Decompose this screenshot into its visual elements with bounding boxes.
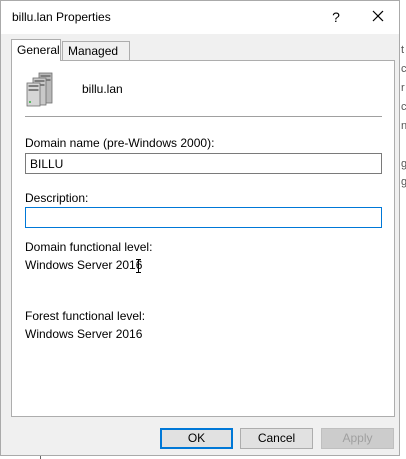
general-tab-panel: [11, 60, 395, 417]
background-text-fragment: g: [401, 176, 406, 188]
background-text-fragment: c: [401, 101, 406, 113]
properties-dialog: billu.lan Properties ? General Managed B…: [0, 0, 400, 456]
description-field[interactable]: [25, 207, 382, 228]
background-text-fragment: g: [401, 158, 406, 170]
domain-functional-level-value: Windows Server 2016: [25, 258, 143, 272]
cancel-button[interactable]: Cancel: [240, 428, 313, 449]
ok-button[interactable]: OK: [160, 428, 233, 449]
netbios-name-field[interactable]: [25, 153, 382, 174]
description-label: Description:: [25, 191, 89, 205]
separator: [25, 116, 382, 117]
domain-name-header: billu.lan: [82, 82, 123, 96]
forest-functional-level-label: Forest functional level:: [25, 309, 146, 323]
title-bar[interactable]: billu.lan Properties ?: [1, 1, 399, 34]
tab-general[interactable]: General: [11, 39, 61, 61]
background-text-fragment: c: [401, 63, 406, 75]
background-text-fragment: r: [401, 82, 405, 94]
domain-functional-level-label: Domain functional level:: [25, 240, 153, 254]
tab-managed-by[interactable]: Managed By: [62, 41, 130, 76]
close-icon: [372, 10, 384, 22]
help-button[interactable]: ?: [323, 4, 349, 30]
window-title: billu.lan Properties: [12, 10, 111, 24]
domain-server-icon: [26, 72, 53, 107]
background-text-fragment: t: [401, 44, 405, 56]
forest-functional-level-value: Windows Server 2016: [25, 327, 143, 341]
background-text-fragment: n: [401, 120, 406, 132]
tab-label: General: [17, 43, 60, 57]
close-button[interactable]: [364, 4, 392, 30]
apply-button[interactable]: Apply: [321, 428, 394, 449]
help-icon: ?: [332, 9, 340, 25]
netbios-name-label: Domain name (pre-Windows 2000):: [25, 136, 215, 150]
text-cursor-icon: [136, 259, 141, 273]
